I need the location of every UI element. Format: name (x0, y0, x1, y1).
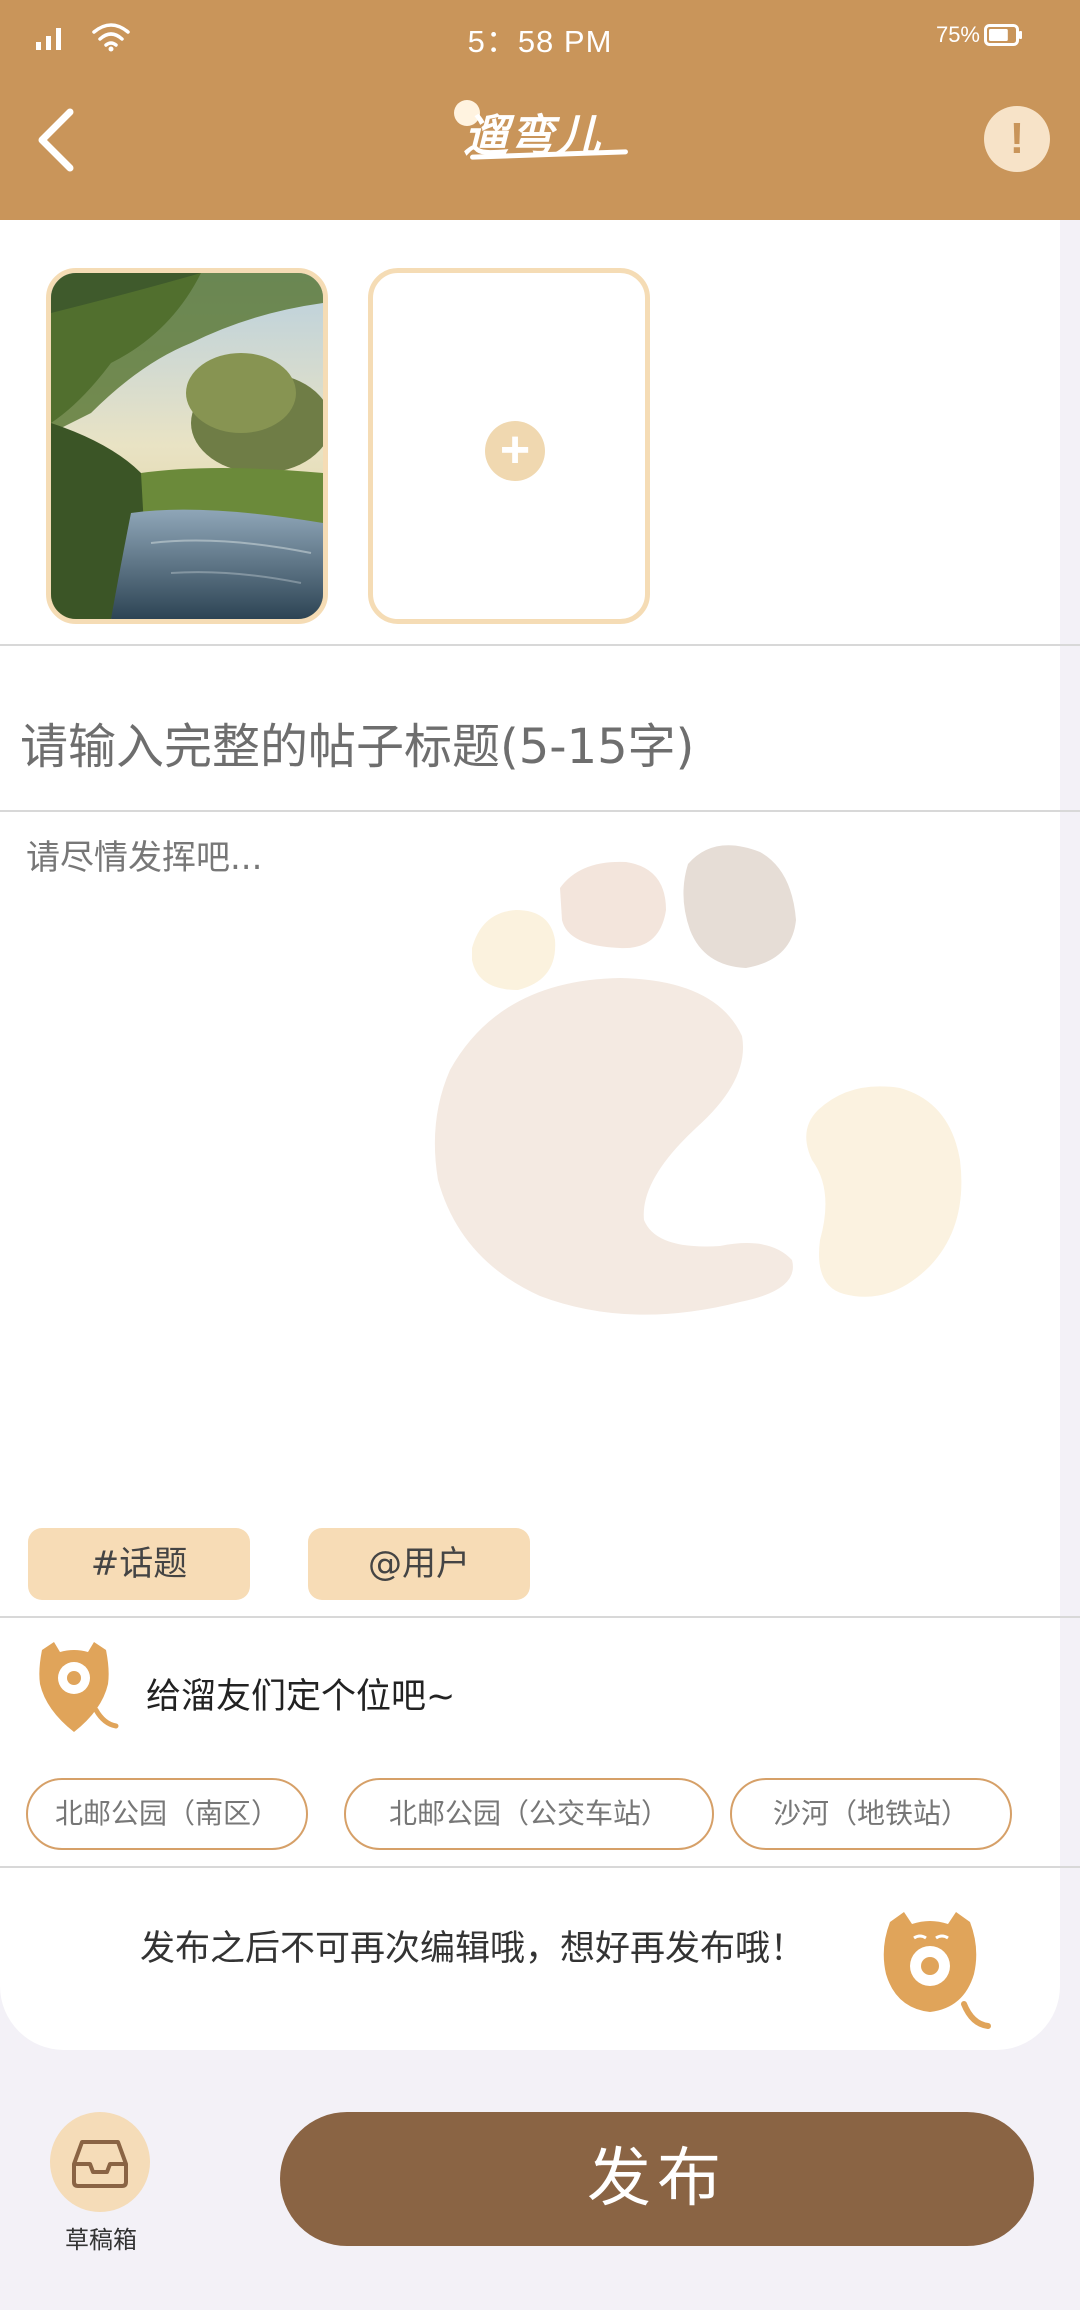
plus-icon: + (485, 421, 545, 481)
battery-icon (984, 24, 1022, 46)
back-button[interactable] (32, 100, 88, 180)
location-chip[interactable]: 沙河（地铁站） (730, 1778, 1012, 1850)
inbox-tray-icon (72, 2140, 128, 2188)
divider (0, 1616, 1080, 1618)
topic-tag-button[interactable]: #话题 (28, 1528, 250, 1600)
location-chip[interactable]: 北邮公园（公交车站） (344, 1778, 714, 1850)
app-logo: 遛弯儿 (440, 96, 640, 166)
status-bar: 5：58 PM 75% (0, 0, 1080, 72)
publish-button[interactable]: 发布 (280, 2112, 1034, 2246)
divider (0, 810, 1080, 812)
info-button[interactable]: ! (984, 106, 1050, 172)
add-photo-button[interactable]: + (368, 268, 650, 624)
top-bar: 5：58 PM 75% 遛弯儿 ! (0, 0, 1080, 220)
status-time: 5：58 PM (467, 24, 613, 59)
landscape-photo (51, 273, 323, 619)
location-chip[interactable]: 北邮公园（南区） (26, 1778, 308, 1850)
drafts-button[interactable] (50, 2112, 150, 2212)
photo-thumbnail[interactable] (46, 268, 328, 624)
post-body-input[interactable] (26, 830, 1006, 1230)
drafts-label: 草稿箱 (65, 2226, 137, 2254)
divider (0, 1866, 1080, 1868)
divider (0, 644, 1080, 646)
location-prompt: 给溜友们定个位吧~ (146, 1677, 456, 1717)
publish-notice: 发布之后不可再次编辑哦，想好再发布哦！ (140, 1929, 806, 1969)
compose-card: + #话题 @用户 给溜友们定个位吧~ 北邮公园（南区） 北邮公园（公交车站） … (0, 220, 1080, 2050)
cat-mascot-icon (883, 1912, 991, 2029)
cat-location-pin-icon (39, 1642, 119, 1732)
battery-percentage: 75% (935, 22, 980, 47)
post-title-input[interactable] (20, 702, 1020, 792)
mention-user-button[interactable]: @用户 (308, 1528, 530, 1600)
